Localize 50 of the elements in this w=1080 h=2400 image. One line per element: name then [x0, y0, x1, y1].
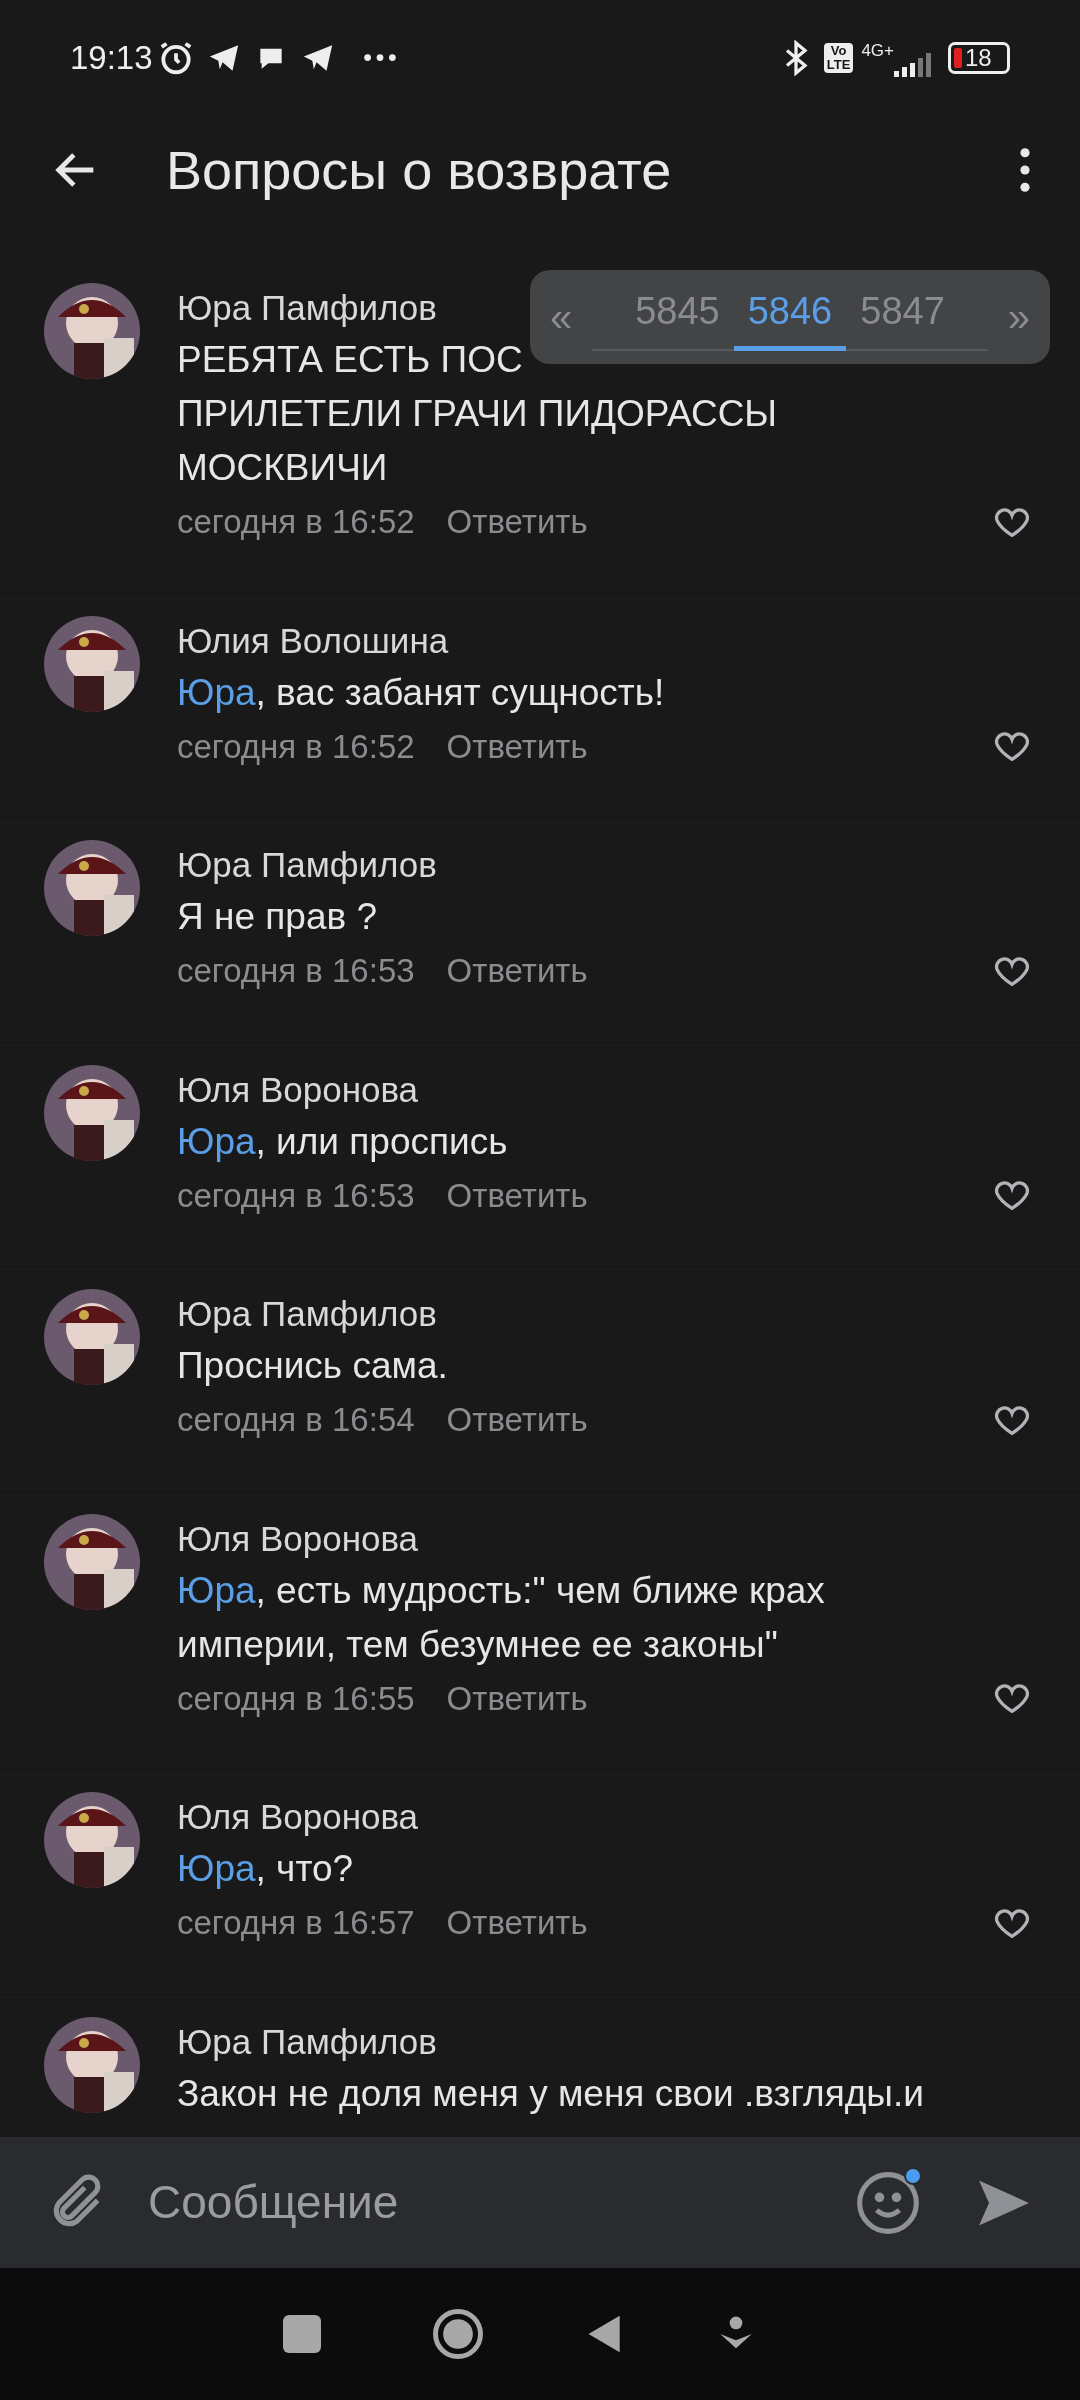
comment-text: Юра, есть мудрость:" чем ближе крах	[177, 1568, 825, 1613]
author-name[interactable]: Юлия Волошина	[177, 615, 449, 666]
comment-time: сегодня в 16:53	[177, 1175, 415, 1216]
signal-icon	[894, 51, 934, 78]
comment-text: Закон не доля меня у меня свои .взгляды.и	[177, 2071, 924, 2116]
comment-text: РЕБЯТА ЕСТЬ ПОС	[177, 338, 523, 382]
previous-button[interactable]: «	[550, 287, 573, 347]
network-type: 4G+	[861, 40, 894, 62]
comment-time: сегодня в 16:53	[177, 951, 415, 991]
comment-text: Я не прав ?	[177, 895, 377, 939]
page-tab[interactable]: 5846	[733, 283, 847, 351]
comment-time: сегодня в 16:54	[177, 1400, 415, 1440]
home-button[interactable]	[431, 2307, 485, 2361]
author-name[interactable]: Юра Памфилов	[177, 840, 437, 890]
author-name[interactable]: Юля Воронова	[177, 1064, 419, 1115]
author-name[interactable]: Юля Воронова	[177, 1513, 419, 1564]
battery-indicator: 18	[948, 41, 1010, 74]
next-button[interactable]: »	[1007, 287, 1030, 347]
comment-time: сегодня в 16:57	[177, 1903, 415, 1943]
comment-time: сегодня в 16:52	[177, 502, 415, 542]
comment-text: МОСКВИЧИ	[177, 446, 388, 490]
author-name[interactable]: Юля Воронова	[177, 1792, 419, 1842]
comment-text: империи, тем безумнее ее законы"	[177, 1622, 778, 1667]
comment-text: Проснись сама.	[177, 1344, 448, 1388]
comment-text: ПРИЛЕТЕЛИ ГРАЧИ ПИДОРАССЫ	[177, 392, 778, 436]
comment-time: сегодня в 16:55	[177, 1678, 415, 1719]
reply-link[interactable]: Ответить	[446, 1170, 588, 1220]
more-icon	[362, 53, 397, 62]
reply-link[interactable]: Ответить	[446, 721, 588, 771]
author-name[interactable]: Юра Памфилов	[177, 2016, 437, 2067]
reply-link[interactable]: Ответить	[446, 1898, 588, 1948]
reply-link[interactable]: Ответить	[446, 946, 588, 996]
comment-text: Юра, или проспись	[177, 1119, 508, 1164]
status-time: 19:13	[70, 37, 153, 78]
volte-badge: Vo LTE	[823, 42, 854, 73]
reply-link[interactable]: Ответить	[446, 1673, 588, 1723]
more-vertical-icon[interactable]	[1020, 147, 1030, 193]
reply-link[interactable]: Ответить	[446, 1395, 588, 1445]
reply-link[interactable]: Ответить	[446, 497, 588, 547]
author-name[interactable]: Юра Памфилов	[177, 283, 437, 333]
page-tab[interactable]: 5845	[621, 283, 734, 351]
comment-text: Юра, вас забанят сущность!	[177, 670, 665, 715]
recent-apps-button[interactable]	[283, 2315, 321, 2353]
page-title: Вопросы о возврате	[166, 138, 673, 202]
comment-text: Юра, что?	[177, 1847, 354, 1891]
message-composer[interactable]: Сообщение	[0, 2137, 1080, 2268]
page-tab[interactable]: 5847	[846, 283, 959, 351]
message-field[interactable]: Сообщение	[148, 2168, 854, 2237]
author-name[interactable]: Юра Памфилов	[177, 1289, 437, 1339]
comment-time: сегодня в 16:52	[177, 726, 415, 767]
